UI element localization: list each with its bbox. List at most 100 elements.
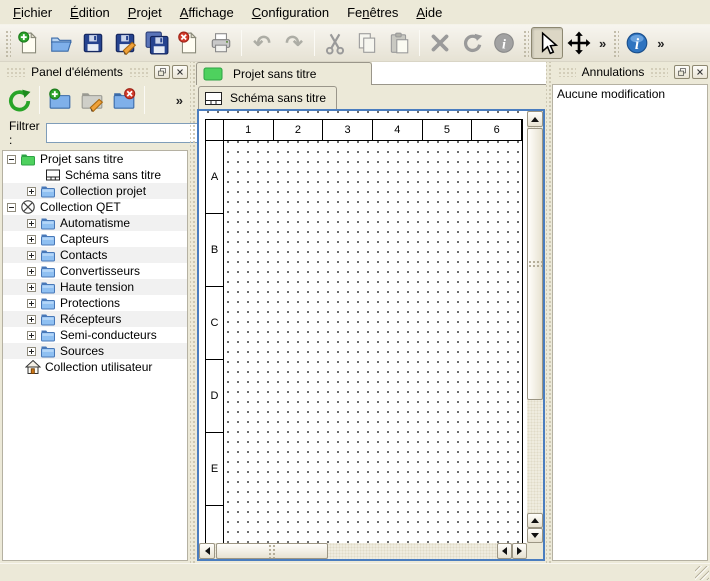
menu-edition[interactable]: Édition (61, 0, 119, 24)
scrollbar-corner (527, 543, 543, 559)
dock-handle-texture[interactable] (129, 67, 148, 77)
scroll-left-button-2[interactable] (497, 543, 512, 559)
expand-toggle[interactable] (27, 331, 36, 340)
print-button[interactable] (205, 27, 237, 59)
delete-button[interactable] (424, 27, 456, 59)
expand-toggle[interactable] (27, 251, 36, 260)
scroll-up-button[interactable] (527, 111, 543, 127)
save-button[interactable] (77, 27, 109, 59)
folder-green-icon (20, 151, 36, 167)
menu-fenetres[interactable]: Fenêtres (338, 0, 407, 24)
float-panel-button[interactable] (154, 65, 170, 79)
close-panel-button[interactable] (692, 65, 708, 79)
horizontal-scroll-track[interactable] (215, 543, 497, 559)
scroll-up-button-2[interactable] (527, 513, 543, 528)
open-button[interactable] (45, 27, 77, 59)
redo-button[interactable]: ↷ (278, 27, 310, 59)
expand-toggle[interactable] (27, 219, 36, 228)
dock-handle-texture[interactable] (558, 67, 576, 77)
select-mode-button[interactable] (531, 27, 563, 59)
info-blue-button[interactable]: i (621, 27, 653, 59)
scroll-right-button[interactable] (512, 543, 527, 559)
vertical-scroll-thumb[interactable] (527, 128, 543, 400)
move-mode-button[interactable] (563, 27, 595, 59)
toolbar-handle[interactable] (612, 29, 619, 57)
toolbar-extension-button[interactable]: » (653, 36, 668, 51)
close-file-button[interactable] (173, 27, 205, 59)
expand-toggle[interactable] (27, 347, 36, 356)
folder-blue-icon (40, 183, 56, 199)
cut-button[interactable] (319, 27, 351, 59)
vertical-scroll-track[interactable] (527, 127, 543, 513)
tree-item-semi-conducteurs[interactable]: Semi-conducteurs (3, 327, 187, 343)
new-category-button[interactable] (44, 84, 76, 116)
menu-affichage[interactable]: Affichage (171, 0, 243, 24)
toolbar-handle[interactable] (4, 29, 11, 57)
tree-item-sch-ma-sans-titre[interactable]: Schéma sans titre (3, 167, 187, 183)
tree-item-convertisseurs[interactable]: Convertisseurs (3, 263, 187, 279)
filter-input[interactable] (46, 123, 209, 143)
rotate-button[interactable] (456, 27, 488, 59)
tree-item-contacts[interactable]: Contacts (3, 247, 187, 263)
tree-item-collection-qet[interactable]: Collection QET (3, 199, 187, 215)
toolbar-extension-button[interactable]: » (172, 93, 187, 108)
dock-handle-texture[interactable] (6, 67, 25, 77)
info-gray-button[interactable]: i (488, 27, 520, 59)
expand-toggle[interactable] (27, 283, 36, 292)
menu-projet[interactable]: Projet (119, 0, 171, 24)
menu-fichier[interactable]: Fichier (4, 0, 61, 24)
vertical-scrollbar[interactable] (527, 111, 543, 543)
menu-configuration[interactable]: Configuration (243, 0, 338, 24)
save-as-button[interactable] (109, 27, 141, 59)
save-all-button[interactable] (141, 27, 173, 59)
horizontal-scroll-thumb[interactable] (216, 543, 328, 559)
scroll-down-button[interactable] (527, 528, 543, 543)
scroll-left-button[interactable] (199, 543, 215, 559)
menu-aide[interactable]: Aide (407, 0, 451, 24)
schema-tab-label: Schéma sans titre (230, 91, 326, 105)
tree-item-protections[interactable]: Protections (3, 295, 187, 311)
tree-item-haute-tension[interactable]: Haute tension (3, 279, 187, 295)
toolbar-separator (241, 30, 242, 56)
tree-item-collection-utilisateur[interactable]: Collection utilisateur (3, 359, 187, 375)
paste-button[interactable] (383, 27, 415, 59)
expand-toggle[interactable] (27, 299, 36, 308)
delete-icon (428, 31, 452, 55)
tree-item-capteurs[interactable]: Capteurs (3, 231, 187, 247)
dock-handle-texture[interactable] (650, 67, 668, 77)
tree-item-label: Récepteurs (60, 312, 121, 326)
expand-toggle[interactable] (27, 315, 36, 324)
expand-toggle[interactable] (27, 187, 36, 196)
collapse-toggle[interactable] (7, 155, 16, 164)
window-resize-grip[interactable] (695, 566, 709, 580)
filter-row: Filtrer : (0, 118, 190, 148)
tree-item-projet-sans-titre[interactable]: Projet sans titre (3, 151, 187, 167)
save-as-icon (113, 31, 137, 55)
collapse-toggle[interactable] (7, 203, 16, 212)
thumb-grip (268, 544, 276, 558)
edit-category-button[interactable] (76, 84, 108, 116)
tab-schema[interactable]: Schéma sans titre (198, 86, 337, 109)
undo-button[interactable]: ↶ (246, 27, 278, 59)
schema-canvas[interactable]: 123456 ABCDE (199, 111, 527, 543)
tree-item-label: Collection projet (60, 184, 146, 198)
tree-item-automatisme[interactable]: Automatisme (3, 215, 187, 231)
copy-button[interactable] (351, 27, 383, 59)
toolbar-handle[interactable] (522, 29, 529, 57)
toolbar-separator (419, 30, 420, 56)
reload-collections-button[interactable] (3, 84, 35, 116)
tab-project[interactable]: Projet sans titre (196, 62, 372, 85)
expand-toggle[interactable] (27, 267, 36, 276)
float-panel-button[interactable] (674, 65, 690, 79)
new-document-button[interactable] (13, 27, 45, 59)
undo-history-item[interactable]: Aucune modification (553, 85, 707, 103)
tree-item-r-cepteurs[interactable]: Récepteurs (3, 311, 187, 327)
delete-category-button[interactable] (108, 84, 140, 116)
toolbar-extension-button[interactable]: » (595, 36, 610, 51)
close-panel-button[interactable] (172, 65, 188, 79)
info-gray-icon: i (492, 31, 516, 55)
horizontal-scrollbar[interactable] (199, 543, 527, 559)
tree-item-sources[interactable]: Sources (3, 343, 187, 359)
expand-toggle[interactable] (27, 235, 36, 244)
tree-item-collection-projet[interactable]: Collection projet (3, 183, 187, 199)
